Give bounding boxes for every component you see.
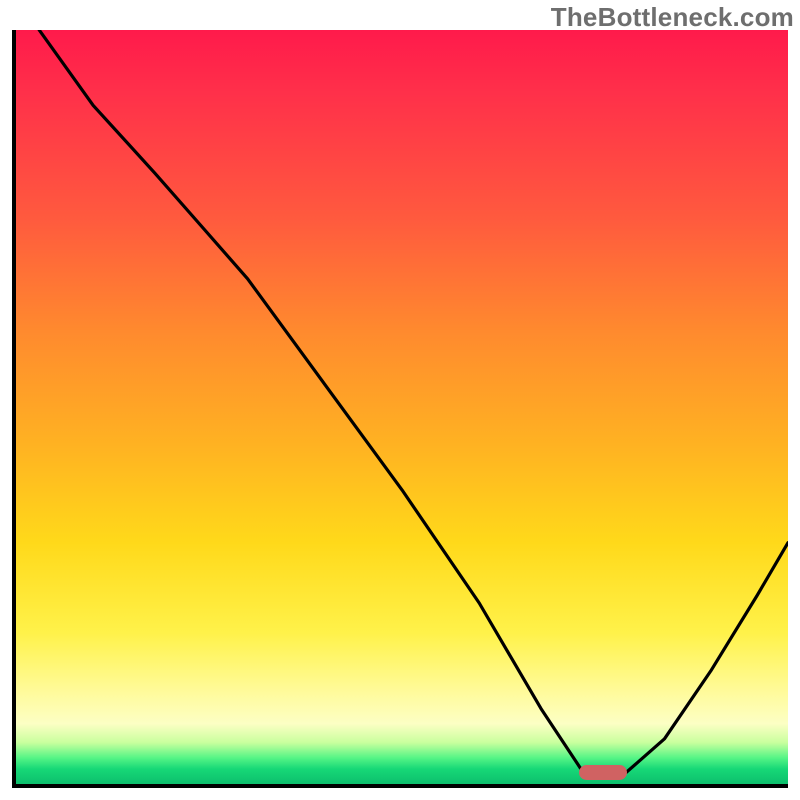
watermark-text: TheBottleneck.com (551, 2, 794, 33)
plot-area (12, 30, 788, 788)
chart-frame: TheBottleneck.com (0, 0, 800, 800)
optimal-marker (579, 765, 627, 780)
bottleneck-curve (16, 30, 788, 784)
